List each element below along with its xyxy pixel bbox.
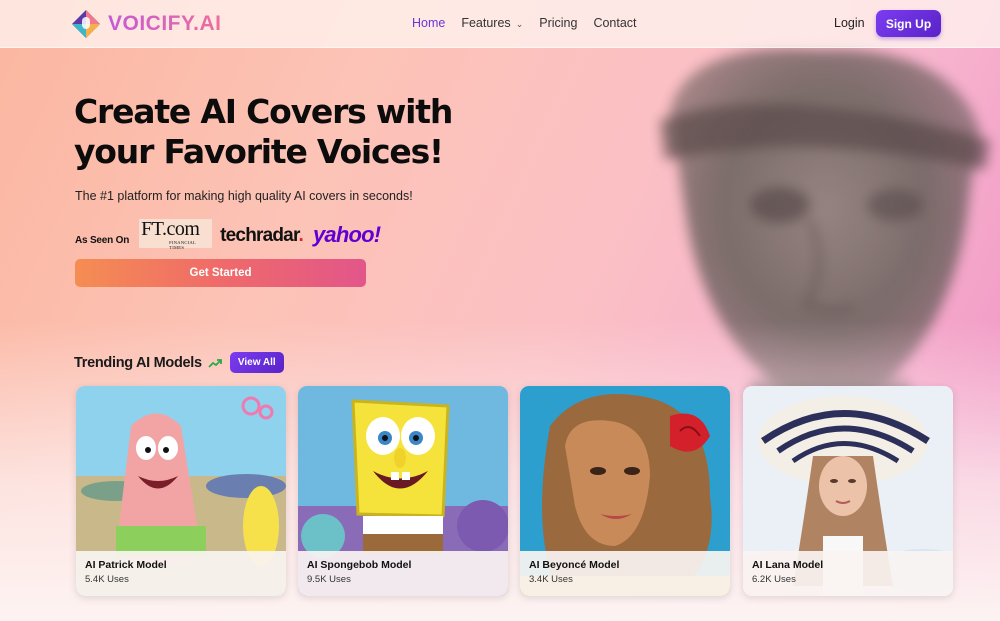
model-card-spongebob[interactable]: AI Spongebob Model 9.5K Uses — [298, 386, 508, 596]
model-card-beyonce[interactable]: AI Beyoncé Model 3.4K Uses — [520, 386, 730, 596]
model-card-info: AI Beyoncé Model 3.4K Uses — [520, 551, 730, 596]
nav-pricing[interactable]: Pricing — [539, 16, 577, 30]
model-card-lana[interactable]: AI Lana Model 6.2K Uses — [743, 386, 953, 596]
trending-up-icon — [208, 358, 222, 368]
nav-features-label: Features — [461, 16, 511, 30]
trending-header: Trending AI Models View All — [74, 352, 284, 373]
signup-button[interactable]: Sign Up — [876, 10, 941, 37]
top-navbar: VOICIFY.AI Home Features ⌄ Pricing Contac… — [0, 0, 1000, 48]
model-card-patrick[interactable]: AI Patrick Model 5.4K Uses — [76, 386, 286, 596]
model-uses: 9.5K Uses — [307, 574, 351, 585]
model-name: AI Beyoncé Model — [529, 559, 620, 571]
techradar-logo: techradar. — [220, 224, 304, 246]
ft-logo: FT.com FINANCIAL TIMES — [139, 218, 213, 250]
logo-icon — [72, 10, 100, 38]
login-link[interactable]: Login — [834, 16, 865, 30]
view-all-button[interactable]: View All — [229, 352, 284, 373]
model-name: AI Patrick Model — [85, 559, 167, 571]
hero-title: Create AI Covers with your Favorite Voic… — [74, 92, 453, 171]
hero-subtitle: The #1 platform for making high quality … — [75, 189, 413, 203]
model-card-info: AI Spongebob Model 9.5K Uses — [298, 551, 508, 596]
trending-title: Trending AI Models — [74, 354, 202, 371]
nav-features[interactable]: Features ⌄ — [461, 16, 523, 30]
model-uses: 5.4K Uses — [85, 574, 129, 585]
model-name: AI Spongebob Model — [307, 559, 412, 571]
yahoo-logo: yahoo! — [312, 221, 381, 247]
nav-links: Home Features ⌄ Pricing Contact — [412, 16, 637, 30]
chevron-down-icon: ⌄ — [515, 19, 524, 29]
get-started-button[interactable]: Get Started — [75, 259, 366, 287]
model-uses: 6.2K Uses — [752, 574, 796, 585]
as-seen-on: As Seen On FT.com FINANCIAL TIMES techra… — [75, 218, 381, 250]
brand-name: VOICIFY.AI — [108, 12, 222, 35]
model-card-info: AI Lana Model 6.2K Uses — [743, 551, 953, 596]
model-name: AI Lana Model — [752, 559, 824, 571]
as-seen-on-label: As Seen On — [75, 235, 130, 246]
nav-home[interactable]: Home — [412, 16, 445, 30]
model-uses: 3.4K Uses — [529, 574, 573, 585]
model-card-info: AI Patrick Model 5.4K Uses — [76, 551, 286, 596]
brand-logo[interactable]: VOICIFY.AI — [70, 8, 222, 40]
nav-contact[interactable]: Contact — [593, 16, 636, 30]
